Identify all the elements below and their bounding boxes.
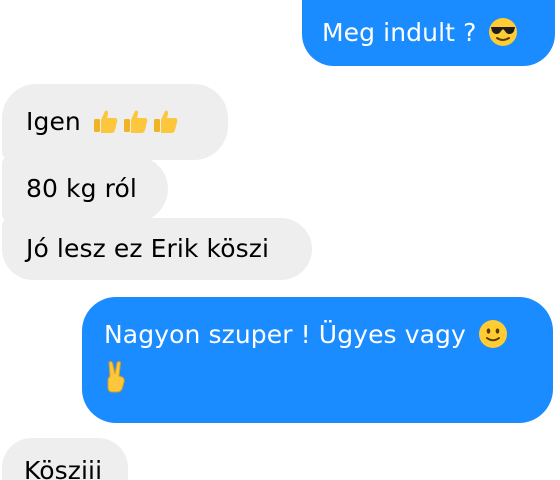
message-bubble-incoming[interactable]: Kösziii xyxy=(2,438,128,480)
message-bubble-incoming[interactable]: 80 kg ról xyxy=(2,156,168,222)
message-bubble-outgoing[interactable]: Nagyon szuper ! Ügyes vagy xyxy=(82,297,553,423)
message-text: Meg indult ? xyxy=(322,18,477,47)
thumbs-up-emoji-icon xyxy=(91,107,119,135)
message-text: Nagyon szuper ! Ügyes vagy xyxy=(104,320,466,349)
sunglasses-emoji-icon xyxy=(488,17,518,47)
thumbs-up-emoji-icon xyxy=(121,107,149,135)
thumbs-up-emoji-icon xyxy=(151,107,179,135)
victory-hand-emoji-icon xyxy=(104,359,128,393)
message-text: Igen xyxy=(26,107,81,136)
slightly-smiling-face-emoji-icon xyxy=(478,319,508,349)
message-text: Kösziii xyxy=(24,456,103,480)
message-text: 80 kg ról xyxy=(26,174,137,203)
message-bubble-outgoing[interactable]: Meg indult ? xyxy=(302,0,555,66)
message-bubble-incoming[interactable]: Igen xyxy=(2,84,228,160)
chat-thread: Meg indult ? Igen 80 kg ról Jó lesz ez E… xyxy=(0,0,560,480)
message-text: Jó lesz ez Erik köszi xyxy=(26,234,270,263)
message-bubble-incoming[interactable]: Jó lesz ez Erik köszi xyxy=(2,218,312,280)
